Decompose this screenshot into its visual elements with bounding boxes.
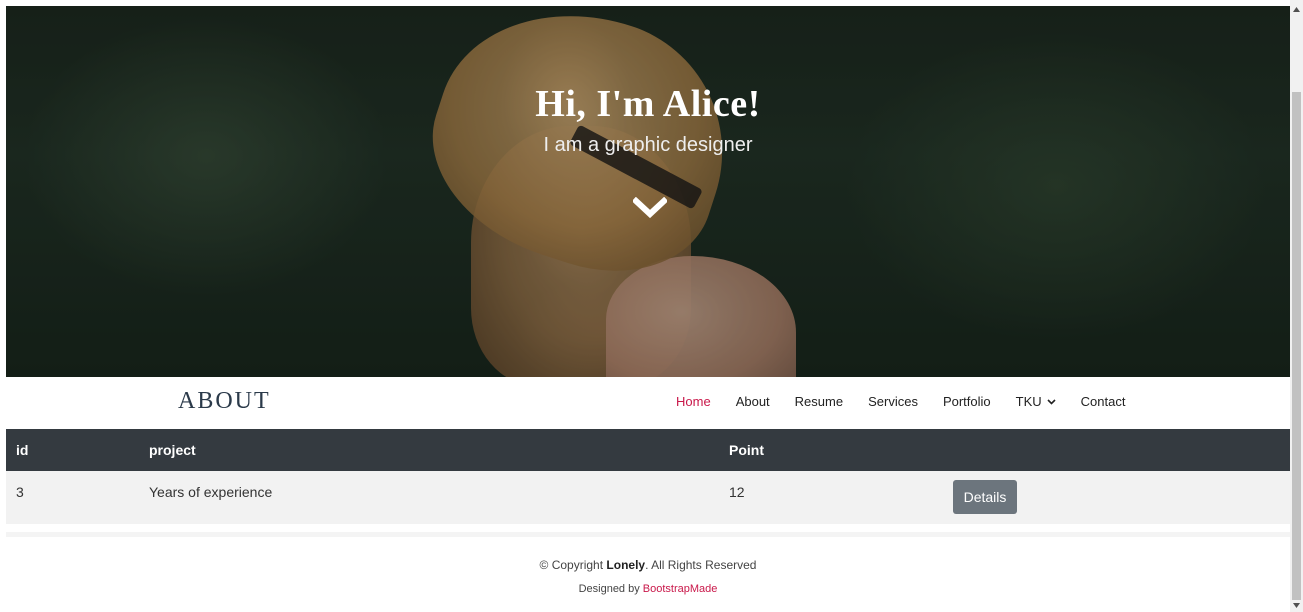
page: Hi, I'm Alice! I am a graphic designer A… [0, 0, 1290, 612]
designed-prefix: Designed by [578, 583, 643, 595]
page-scrollbar[interactable] [1290, 0, 1303, 612]
footer: © Copyright Lonely. All Rights Reserved … [6, 556, 1290, 597]
table-header: id project Point [6, 429, 1290, 471]
nav-item-label: About [735, 394, 770, 409]
bootstrapmade-link[interactable]: BootstrapMade [643, 583, 718, 595]
cell-project: Years of experience [149, 484, 273, 500]
triangle-up-icon [1293, 6, 1300, 12]
nav-item-contact[interactable]: Contact [1081, 394, 1126, 409]
nav-item-tku-dropdown[interactable]: TKU [1016, 394, 1056, 409]
nav-item-label: TKU [1015, 394, 1042, 409]
nav-item-about[interactable]: About [736, 394, 770, 409]
nav-item-home[interactable]: Home [676, 394, 711, 409]
nav-item-resume[interactable]: Resume [795, 394, 843, 409]
section-divider [6, 532, 1290, 537]
site-brand[interactable]: ABOUT [178, 388, 271, 415]
designed-by-text: Designed by BootstrapMade [6, 581, 1290, 597]
scroll-down-button[interactable] [630, 188, 670, 228]
nav-item-label: Services [868, 394, 918, 409]
copyright-suffix: . All Rights Reserved [645, 558, 757, 572]
copyright-brand: Lonely [606, 558, 646, 572]
nav-item-label: Home [676, 394, 711, 409]
nav-menu: Home About Resume Services Portfolio TKU [676, 394, 1150, 409]
nav-item-portfolio[interactable]: Portfolio [943, 394, 991, 409]
nav-item-label: Portfolio [942, 394, 991, 409]
triangle-down-icon [1293, 602, 1300, 608]
column-header-point: Point [729, 442, 764, 458]
nav-item-label: Contact [1080, 394, 1126, 409]
column-header-id: id [16, 442, 29, 458]
hero-title: Hi, I'm Alice! [535, 83, 761, 125]
column-header-project: project [149, 442, 196, 458]
cell-point: 12 [729, 484, 745, 500]
scroll-up-button[interactable] [1290, 2, 1303, 16]
cell-id: 3 [16, 484, 24, 500]
copyright-prefix: © Copyright [539, 558, 607, 572]
copyright-text: © Copyright Lonely. All Rights Reserved [6, 556, 1290, 574]
hero-subtitle: I am a graphic designer [543, 134, 753, 156]
hero-section: Hi, I'm Alice! I am a graphic designer [6, 6, 1290, 377]
nav-item-label: Resume [794, 394, 844, 409]
details-button[interactable]: Details [953, 480, 1017, 514]
scroll-down-arrow[interactable] [1290, 598, 1303, 612]
table-row: 3 Years of experience 12 Details [6, 471, 1290, 524]
navbar: ABOUT Home About Resume Services Portfol… [6, 377, 1290, 429]
nav-item-services[interactable]: Services [868, 394, 918, 409]
projects-table: id project Point 3 Years of experience 1… [6, 429, 1290, 524]
chevron-down-icon [1047, 398, 1056, 405]
chevron-down-icon [633, 197, 667, 219]
scrollbar-thumb[interactable] [1292, 92, 1301, 600]
